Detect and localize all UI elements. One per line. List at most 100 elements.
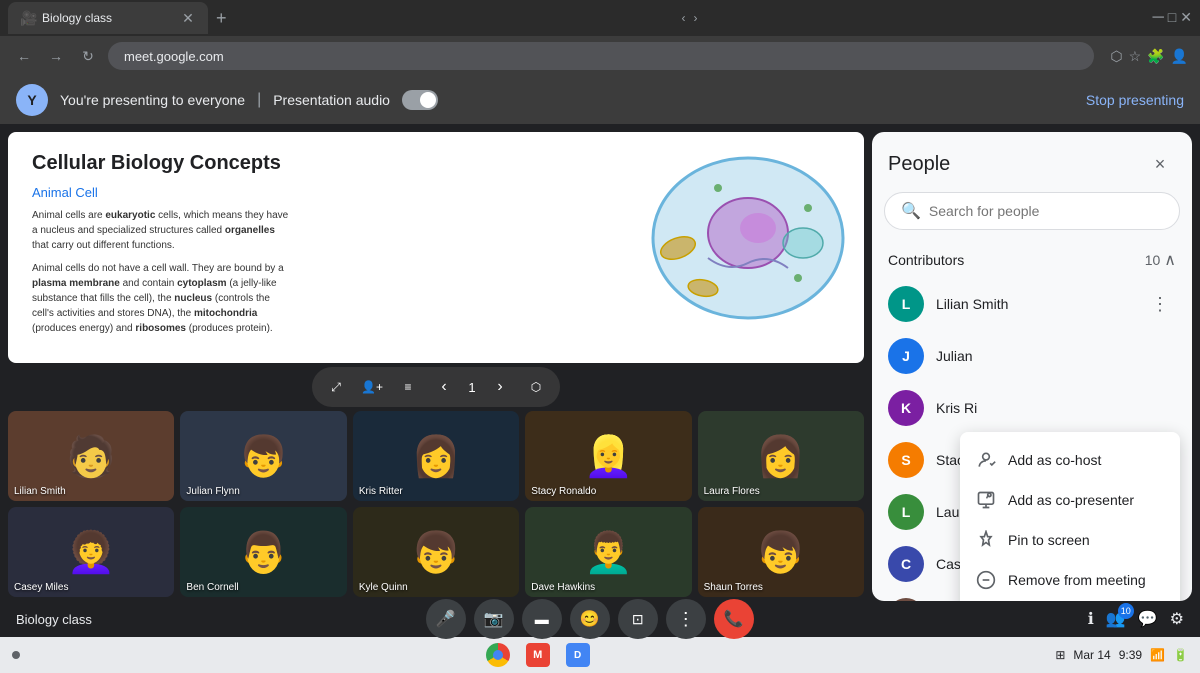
audio-label: Presentation audio (273, 92, 390, 108)
menu-item-remove[interactable]: Remove from meeting (960, 560, 1180, 600)
back-button[interactable]: ← (12, 44, 36, 68)
tab-scroll-left[interactable]: ‹ (681, 11, 685, 25)
people-button[interactable]: 👥 10 (1106, 609, 1126, 629)
collapse-button[interactable]: ∧ (1164, 250, 1176, 270)
thumb-kris-ritter[interactable]: 👩 Kris Ritter (353, 411, 519, 501)
cohost-icon (976, 450, 996, 470)
cell-diagram (648, 148, 848, 328)
avatar-stacy: S (888, 442, 924, 478)
forward-button[interactable]: → (44, 44, 68, 68)
thumb-julian-flynn[interactable]: 👦 Julian Flynn (180, 411, 346, 501)
avatar-ben: B (888, 598, 924, 601)
chat-button[interactable]: 💬 (1138, 609, 1158, 629)
tab-favicon: 🎥 (20, 10, 36, 26)
profile-icon[interactable]: 👤 (1171, 48, 1188, 65)
presenter-avatar: Y (16, 84, 48, 116)
add-person-button[interactable]: 👤+ (356, 371, 388, 403)
menu-item-report[interactable]: Report abuse (960, 600, 1180, 601)
avatar-casey: C (888, 546, 924, 582)
stop-presenting-button[interactable]: Stop presenting (1086, 92, 1184, 108)
address-bar: ← → ↻ ⬡ ☆ 🧩 👤 (0, 36, 1200, 76)
people-close-button[interactable]: × (1144, 148, 1176, 180)
thumb-kyle-quinn[interactable]: 👦 Kyle Quinn (353, 507, 519, 597)
cohost-label: Add as co-host (1008, 452, 1101, 468)
mic-button[interactable]: 🎤 (426, 599, 466, 639)
bookmark-icon[interactable]: ☆ (1129, 48, 1142, 65)
taskbar-left (12, 651, 20, 659)
thumb-label-casey: Casey Miles (14, 582, 68, 593)
thumb-label-ben: Ben Cornell (186, 582, 238, 593)
end-call-button[interactable]: 📞 (714, 599, 754, 639)
address-input[interactable] (108, 42, 1094, 70)
taskbar-center: M D (486, 643, 590, 667)
taskbar-battery-icon: 🔋 (1173, 648, 1188, 662)
audio-toggle[interactable] (402, 90, 438, 110)
restore-button[interactable]: □ (1168, 9, 1176, 27)
refresh-button[interactable]: ↻ (76, 44, 100, 68)
taskbar-date: Mar 14 (1073, 648, 1110, 662)
slide-body-1: Animal cells are eukaryotic cells, which… (32, 208, 292, 253)
menu-item-pin[interactable]: Pin to screen (960, 520, 1180, 560)
info-button[interactable]: ℹ (1088, 609, 1094, 629)
thumb-label-kyle: Kyle Quinn (359, 582, 408, 593)
prev-slide-button[interactable]: ‹ (428, 371, 460, 403)
captions-button[interactable]: ▬ (522, 599, 562, 639)
new-tab-button[interactable]: + (216, 8, 227, 29)
docs-taskbar-icon[interactable]: D (566, 643, 590, 667)
people-search-bar[interactable]: 🔍 (884, 192, 1180, 230)
thumb-dave-hawkins[interactable]: 👨‍🦱 Dave Hawkins (525, 507, 691, 597)
thumb-label-kris: Kris Ritter (359, 486, 403, 497)
meeting-controls: 🎤 📷 ▬ 😊 ⊡ ⋮ 📞 (426, 599, 754, 639)
pin-label: Pin to screen (1008, 532, 1090, 548)
thumb-stacy-ronaldo[interactable]: 👱‍♀️ Stacy Ronaldo (525, 411, 691, 501)
avatar-kris: K (888, 390, 924, 426)
gmail-taskbar-icon[interactable]: M (526, 643, 550, 667)
activities-button[interactable]: ⚙ (1170, 609, 1184, 629)
present-button[interactable]: ⊡ (618, 599, 658, 639)
pin-icon (976, 530, 996, 550)
context-menu: Add as co-host Add as co-presenter (960, 432, 1180, 601)
person-item-lilian[interactable]: L Lilian Smith ⋮ (872, 278, 1192, 330)
person-item-kris[interactable]: K Kris Ri (872, 382, 1192, 434)
meeting-name-label: Biology class (16, 612, 92, 627)
people-panel-title: People (888, 153, 950, 176)
thumb-ben-cornell[interactable]: 👨 Ben Cornell (180, 507, 346, 597)
camera-button[interactable]: 📷 (474, 599, 514, 639)
tab-scroll-right[interactable]: › (693, 11, 697, 25)
share-icon[interactable]: ⬡ (1110, 48, 1122, 65)
thumb-lilian-smith[interactable]: 🧑 Lilian Smith (8, 411, 174, 501)
share-slide-button[interactable]: ⬡ (520, 371, 552, 403)
active-tab[interactable]: 🎥 Biology class ✕ (8, 2, 208, 34)
person-name-kris: Kris Ri (936, 400, 1176, 416)
thumbnail-row-2: 👩‍🦱 Casey Miles 👨 Ben Cornell 👦 Kyle Qui… (8, 507, 864, 597)
people-search-input[interactable] (929, 203, 1163, 219)
search-icon: 🔍 (901, 201, 921, 221)
menu-item-cohost[interactable]: Add as co-host (960, 440, 1180, 480)
tab-close-button[interactable]: ✕ (180, 10, 196, 26)
expand-button[interactable]: ⤢ (320, 371, 352, 403)
people-count-badge: 10 (1118, 603, 1134, 619)
taskbar-grid-icon[interactable]: ⊞ (1055, 648, 1065, 662)
taskbar-right: ⊞ Mar 14 9:39 📶 🔋 (1055, 648, 1188, 662)
tab-actions: ‹ › (681, 11, 697, 25)
minimize-button[interactable]: ─ (1152, 9, 1163, 27)
thumb-label-laura: Laura Flores (704, 486, 760, 497)
more-button[interactable]: ⋮ (666, 599, 706, 639)
close-button[interactable]: ✕ (1180, 9, 1192, 27)
next-slide-button[interactable]: › (484, 371, 516, 403)
extension-icon[interactable]: 🧩 (1147, 48, 1164, 65)
person-item-julian[interactable]: J Julian (872, 330, 1192, 382)
person-menu-lilian[interactable]: ⋮ (1144, 288, 1176, 320)
thumb-shaun-torres[interactable]: 👦 Shaun Torres (698, 507, 864, 597)
thumb-laura-flores[interactable]: 👩 Laura Flores (698, 411, 864, 501)
chrome-frame: 🎥 Biology class ✕ + ‹ › ─ □ ✕ ← → ↻ ⬡ ☆ … (0, 0, 1200, 76)
chrome-taskbar-icon[interactable] (486, 643, 510, 667)
avatar-laura: L (888, 494, 924, 530)
thumb-casey-miles[interactable]: 👩‍🦱 Casey Miles (8, 507, 174, 597)
contributors-label: Contributors (888, 252, 964, 268)
menu-item-copresenter[interactable]: Add as co-presenter (960, 480, 1180, 520)
presenting-text: You're presenting to everyone (60, 92, 245, 108)
thumb-label-julian: Julian Flynn (186, 486, 239, 497)
reactions-button[interactable]: 😊 (570, 599, 610, 639)
captions-button[interactable]: ≡ (392, 371, 424, 403)
